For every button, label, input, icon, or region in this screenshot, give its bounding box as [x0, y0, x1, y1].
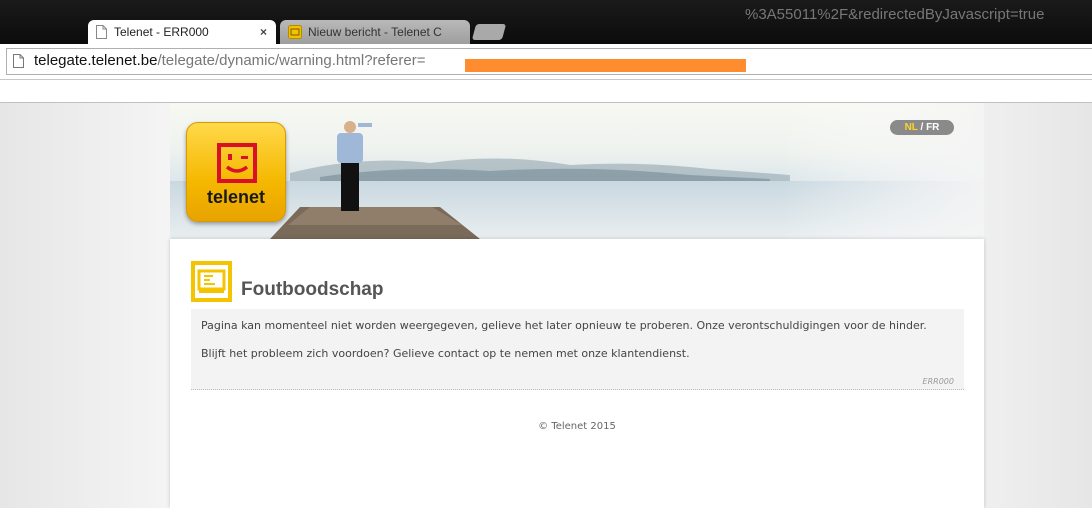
telenet-logo[interactable]: telenet — [186, 122, 286, 222]
message-line-1: Pagina kan momenteel niet worden weergeg… — [201, 319, 927, 332]
lake-scene-image — [170, 103, 984, 239]
lang-fr-link[interactable]: FR — [926, 122, 939, 133]
page-icon — [13, 54, 24, 68]
content-panel: Foutboodschap Pagina kan momenteel niet … — [170, 239, 984, 508]
page-title: Foutboodschap — [241, 279, 384, 300]
tab-title: Nieuw bericht - Telenet C — [308, 25, 442, 39]
error-message-icon — [191, 261, 232, 302]
telenet-wink-icon — [217, 143, 257, 183]
lang-nl-link[interactable]: NL — [905, 122, 918, 133]
browser-toolbar: telegate.telenet.be/telegate/dynamic/war… — [0, 44, 1092, 80]
url-host: telegate.telenet.be — [34, 52, 158, 69]
footer-copyright: © Telenet 2015 — [538, 421, 616, 432]
close-icon[interactable]: × — [260, 20, 267, 44]
tab-telenet-err000[interactable]: Telenet - ERR000 × — [88, 20, 276, 44]
message-box: Pagina kan momenteel niet worden weergeg… — [191, 309, 964, 390]
error-code: ERR000 — [922, 377, 954, 386]
bookmarks-bar — [0, 80, 1092, 103]
message-line-2: Blijft het probleem zich voordoen? Gelie… — [201, 347, 690, 360]
lang-separator: / — [917, 122, 927, 133]
url-path: /telegate/dynamic/warning.html?referer= — [157, 52, 426, 69]
header-banner — [170, 103, 984, 239]
logo-text: telenet — [206, 187, 266, 207]
redacted-url-segment — [465, 59, 746, 72]
mail-icon — [288, 25, 302, 39]
url-tail: %3A55011%2F&redirectedByJavascript=true — [745, 6, 1045, 23]
page-icon — [96, 25, 107, 39]
address-bar[interactable]: telegate.telenet.be/telegate/dynamic/war… — [6, 48, 1092, 75]
tab-title: Telenet - ERR000 — [114, 25, 209, 39]
language-switcher: NL / FR — [890, 120, 954, 135]
tab-nieuw-bericht[interactable]: Nieuw bericht - Telenet C — [280, 20, 470, 44]
url-text: telegate.telenet.be/telegate/dynamic/war… — [34, 51, 426, 71]
new-tab-button[interactable] — [471, 24, 507, 40]
